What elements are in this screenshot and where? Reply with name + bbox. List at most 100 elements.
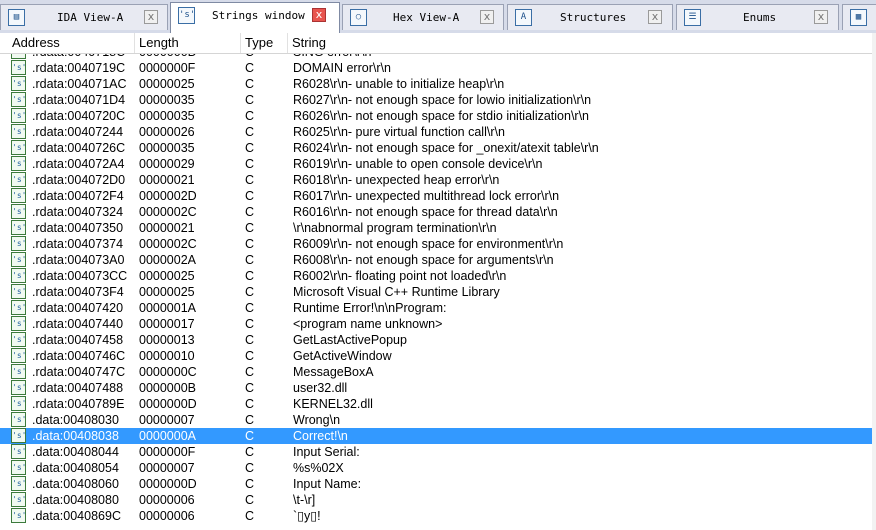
- tab-label: IDA View-A: [57, 11, 124, 24]
- row-string: \r\nabnormal program termination\r\n: [293, 221, 497, 235]
- tab-enums[interactable]: ☰ Enums x: [676, 4, 839, 30]
- table-row[interactable]: 's' .rdata:004072F4 0000002D C R6017\r\n- un…: [0, 188, 876, 204]
- close-icon[interactable]: x: [814, 10, 828, 24]
- table-row[interactable]: 's' .rdata:0040720C 00000035 C R6026\r\n- no…: [0, 108, 876, 124]
- tab-ida-view-a[interactable]: ▤ IDA View-A x: [0, 4, 168, 30]
- column-header-string[interactable]: String: [288, 33, 876, 53]
- table-row[interactable]: 's' .rdata:00407324 0000002C C R6016\r\n- no…: [0, 204, 876, 220]
- table-row[interactable]: 's' .rdata:00407420 0000001A C Runtime Error…: [0, 300, 876, 316]
- row-length: 00000021: [139, 221, 195, 235]
- tab-structures[interactable]: A Structures x: [507, 4, 673, 30]
- row-string: R6018\r\n- unexpected heap error\r\n: [293, 173, 500, 187]
- row-type: C: [245, 109, 255, 123]
- table-row[interactable]: 's' .data:00408054 00000007 C %s%02X: [0, 460, 876, 476]
- row-address: .rdata:004072F4: [32, 189, 124, 203]
- row-length: 0000001A: [139, 301, 197, 315]
- table-row[interactable]: 's' .data:00408030 00000007 C Wrong\n: [0, 412, 876, 428]
- close-icon[interactable]: x: [648, 10, 662, 24]
- table-row[interactable]: 's' .rdata:0040726C 00000035 C R6024\r\n- no…: [0, 140, 876, 156]
- table-row[interactable]: 's' .rdata:0040746C 00000010 C GetActiveWind…: [0, 348, 876, 364]
- row-type: C: [245, 93, 255, 107]
- tab-label: Hex View-A: [393, 11, 460, 24]
- row-length: 00000025: [139, 77, 195, 91]
- row-string: R6016\r\n- not enough space for thread d…: [293, 205, 558, 219]
- row-length: 00000007: [139, 461, 195, 475]
- table-row[interactable]: 's' .rdata:004073F4 00000025 C Microsoft Vis…: [0, 284, 876, 300]
- table-row[interactable]: 's' .rdata:00407440 00000017 C <program name…: [0, 316, 876, 332]
- row-string: <program name unknown>: [293, 317, 443, 331]
- column-header-address[interactable]: Address: [8, 33, 135, 53]
- table-row[interactable]: 's' .rdata:00407488 0000000B Cuser32.dll: [0, 380, 876, 396]
- string-icon: 's': [11, 316, 26, 331]
- row-string: MessageBoxA: [293, 365, 374, 379]
- table-row[interactable]: 's' .rdata:004073CC 00000025 C R6002\r\n- fl…: [0, 268, 876, 284]
- row-string: Microsoft Visual C++ Runtime Library: [293, 285, 500, 299]
- close-icon[interactable]: x: [144, 10, 158, 24]
- strings-list-content: 's'.rdata:0040718C0000000DCSING error\r\…: [0, 54, 876, 524]
- column-header-type[interactable]: Type: [241, 33, 288, 53]
- row-type: C: [245, 493, 255, 507]
- window-edge: [872, 33, 876, 530]
- column-header-length[interactable]: Length: [135, 33, 241, 53]
- row-string: R6025\r\n- pure virtual function call\r\…: [293, 125, 505, 139]
- table-row[interactable]: 's' .rdata:0040747C 0000000C C MessageBoxA: [0, 364, 876, 380]
- row-string: Input Serial:: [293, 445, 360, 459]
- row-type: C: [245, 477, 255, 491]
- table-row[interactable]: 's' .rdata:00407350 00000021 C \r\nabnormal …: [0, 220, 876, 236]
- row-address: .rdata:00407374: [32, 237, 124, 251]
- string-icon: 's': [11, 236, 26, 251]
- table-row[interactable]: 's' .rdata:0040719C 0000000F C DOMAIN error\…: [0, 60, 876, 76]
- row-string: R6009\r\n- not enough space for environm…: [293, 237, 564, 251]
- row-type: C: [245, 461, 255, 475]
- ida-view-icon: ▤: [8, 9, 25, 26]
- tab-strings-window[interactable]: 's' Strings window x: [170, 2, 340, 33]
- row-address: .rdata:004073F4: [32, 285, 124, 299]
- string-icon: 's': [11, 252, 26, 267]
- table-row[interactable]: 's' .rdata:00407374 0000002C C R6009\r\n- no…: [0, 236, 876, 252]
- string-icon: 's': [11, 476, 26, 491]
- tab-imports[interactable]: ▦: [842, 4, 876, 30]
- row-length: 00000010: [139, 349, 195, 363]
- table-row[interactable]: 's' .data:00408080 00000006 C \t-\r]: [0, 492, 876, 508]
- string-icon: 's': [11, 380, 26, 395]
- strings-list[interactable]: 's'.rdata:0040718C0000000DCSING error\r\…: [0, 54, 876, 530]
- table-row[interactable]: 's' .rdata:0040789E 0000000D C KERNEL32.dll: [0, 396, 876, 412]
- row-string: Correct!\n: [293, 429, 348, 443]
- string-icon: 's': [11, 124, 26, 139]
- row-string: DOMAIN error\r\n: [293, 61, 391, 75]
- table-row[interactable]: 's' .rdata:004073A0 0000002A C R6008\r\n- no…: [0, 252, 876, 268]
- row-address: .rdata:004073A0: [32, 253, 125, 267]
- row-address: .rdata:00407420: [32, 301, 124, 315]
- row-address: .rdata:004072D0: [32, 173, 126, 187]
- row-string: R6002\r\n- floating point not loaded\r\n: [293, 269, 507, 283]
- close-icon[interactable]: x: [312, 8, 326, 22]
- close-icon[interactable]: x: [480, 10, 494, 24]
- string-icon: 's': [11, 268, 26, 283]
- row-type: C: [245, 413, 255, 427]
- table-row[interactable]: 's' .data:0040869C 00000006 C `▯y▯!: [0, 508, 876, 524]
- row-type: C: [245, 269, 255, 283]
- row-type: C: [245, 429, 255, 443]
- row-type: C: [245, 301, 255, 315]
- row-address: .data:00408038: [32, 429, 119, 443]
- row-type: C: [245, 173, 255, 187]
- table-row[interactable]: 's' .rdata:00407244 00000026 C R6025\r\n- pu…: [0, 124, 876, 140]
- row-type: C: [245, 157, 255, 171]
- row-type: C: [245, 285, 255, 299]
- tab-hex-view-a[interactable]: ○ Hex View-A x: [342, 4, 504, 30]
- table-row[interactable]: 's' .rdata:00407458 00000013 C GetLastActive…: [0, 332, 876, 348]
- row-length: 00000006: [139, 509, 195, 523]
- string-icon: 's': [11, 396, 26, 411]
- string-icon: 's': [11, 284, 26, 299]
- row-address: .data:00408030: [32, 413, 119, 427]
- table-row[interactable]: 's' .rdata:004071D4 00000035 C R6027\r\n- no…: [0, 92, 876, 108]
- table-row[interactable]: 's' .data:00408060 0000000D C Input Name:: [0, 476, 876, 492]
- table-row[interactable]: 's' .data:00408038 0000000A C Correct!\n: [0, 428, 876, 444]
- table-row[interactable]: 's' .data:00408044 0000000F C Input Serial:: [0, 444, 876, 460]
- structures-icon: A: [515, 9, 532, 26]
- string-icon: 's': [11, 108, 26, 123]
- row-string: %s%02X: [293, 461, 344, 475]
- table-row[interactable]: 's' .rdata:004072A4 00000029 C R6019\r\n- un…: [0, 156, 876, 172]
- table-row[interactable]: 's' .rdata:004071AC 00000025 C R6028\r\n- un…: [0, 76, 876, 92]
- table-row[interactable]: 's' .rdata:004072D0 00000021 C R6018\r\n- un…: [0, 172, 876, 188]
